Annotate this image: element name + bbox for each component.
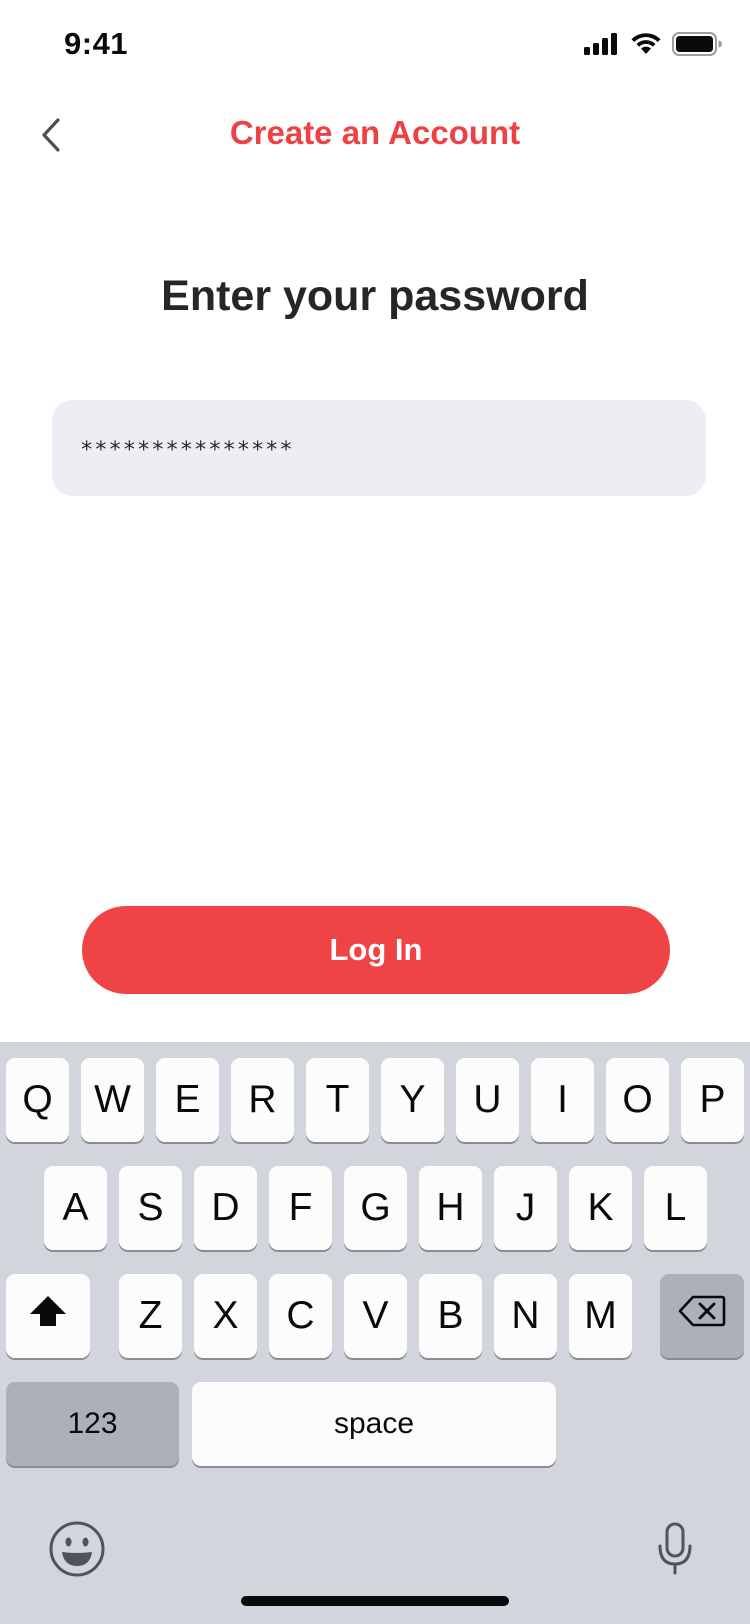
key-r[interactable]: R <box>231 1058 294 1142</box>
nav-title: Create an Account <box>229 114 521 151</box>
key-t[interactable]: T <box>306 1058 369 1142</box>
screen: 9:41 Create an Account Enter your passwo… <box>0 0 750 1624</box>
status-bar: 9:41 <box>0 0 750 90</box>
key-j[interactable]: J <box>494 1166 557 1250</box>
key-w[interactable]: W <box>81 1058 144 1142</box>
status-time: 9:41 <box>64 26 129 61</box>
home-indicator <box>241 1596 509 1606</box>
key-g[interactable]: G <box>344 1166 407 1250</box>
shift-arrow-icon <box>28 1294 68 1338</box>
key-y[interactable]: Y <box>381 1058 444 1142</box>
key-v[interactable]: V <box>344 1274 407 1358</box>
key-h[interactable]: H <box>419 1166 482 1250</box>
key-o[interactable]: O <box>606 1058 669 1142</box>
emoji-icon <box>48 1520 106 1583</box>
space-key[interactable]: space <box>192 1382 556 1466</box>
key-i[interactable]: I <box>531 1058 594 1142</box>
status-icons <box>584 32 722 61</box>
microphone-button[interactable] <box>644 1520 706 1582</box>
key-d[interactable]: D <box>194 1166 257 1250</box>
shift-key[interactable] <box>6 1274 90 1358</box>
key-c[interactable]: C <box>269 1274 332 1358</box>
numbers-key[interactable]: 123 <box>6 1382 179 1466</box>
password-value: *************** <box>80 437 294 463</box>
keyboard: Q W E R T Y U I O P A S D F G H J K L Z … <box>0 1042 750 1624</box>
key-a[interactable]: A <box>44 1166 107 1250</box>
key-z[interactable]: Z <box>119 1274 182 1358</box>
key-q[interactable]: Q <box>6 1058 69 1142</box>
key-u[interactable]: U <box>456 1058 519 1142</box>
key-p[interactable]: P <box>681 1058 744 1142</box>
key-x[interactable]: X <box>194 1274 257 1358</box>
cellular-signal-icon <box>584 33 620 60</box>
key-k[interactable]: K <box>569 1166 632 1250</box>
key-f[interactable]: F <box>269 1166 332 1250</box>
key-e[interactable]: E <box>156 1058 219 1142</box>
battery-icon <box>672 32 722 61</box>
key-m[interactable]: M <box>569 1274 632 1358</box>
login-button[interactable]: Log In <box>82 906 670 994</box>
key-b[interactable]: B <box>419 1274 482 1358</box>
key-s[interactable]: S <box>119 1166 182 1250</box>
key-n[interactable]: N <box>494 1274 557 1358</box>
backspace-key[interactable] <box>660 1274 744 1358</box>
emoji-button[interactable] <box>46 1520 108 1582</box>
wifi-icon <box>630 32 662 61</box>
login-button-label: Log In <box>329 932 423 967</box>
key-l[interactable]: L <box>644 1166 707 1250</box>
microphone-icon <box>655 1522 695 1581</box>
backspace-icon <box>678 1294 726 1338</box>
nav-bar: Create an Account <box>0 96 750 176</box>
page-heading: Enter your password <box>161 272 589 320</box>
password-field[interactable]: *************** <box>52 400 706 496</box>
